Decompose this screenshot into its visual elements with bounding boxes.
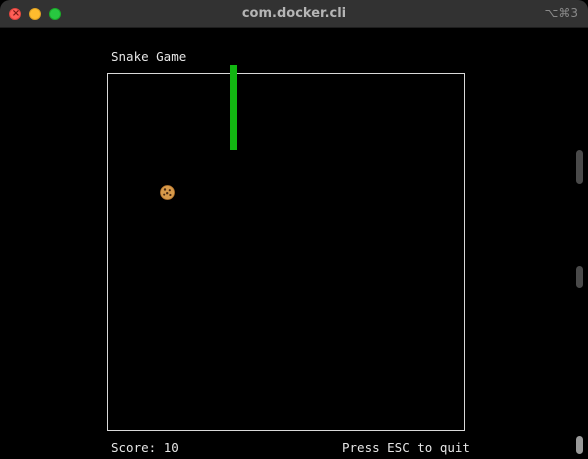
score-value: 10 — [163, 440, 179, 455]
scrollbar-thumb[interactable] — [576, 436, 583, 454]
scroll-marker — [576, 266, 583, 288]
game-board — [107, 73, 465, 431]
score-display: Score: 10 — [111, 440, 179, 456]
snake — [230, 65, 237, 150]
title-bar[interactable]: × com.docker.cli ⌥⌘3 — [0, 0, 588, 28]
quit-hint: Press ESC to quit — [342, 440, 470, 455]
window-title: com.docker.cli — [241, 6, 347, 21]
game-title: Snake Game — [111, 49, 187, 64]
scroll-marker — [576, 150, 583, 184]
terminal-window: × com.docker.cli ⌥⌘3 Snake Game Score: 1… — [0, 0, 588, 459]
cookie-icon — [160, 185, 175, 200]
score-label: Score: — [111, 440, 157, 455]
window-shortcut: ⌥⌘3 — [544, 6, 578, 20]
